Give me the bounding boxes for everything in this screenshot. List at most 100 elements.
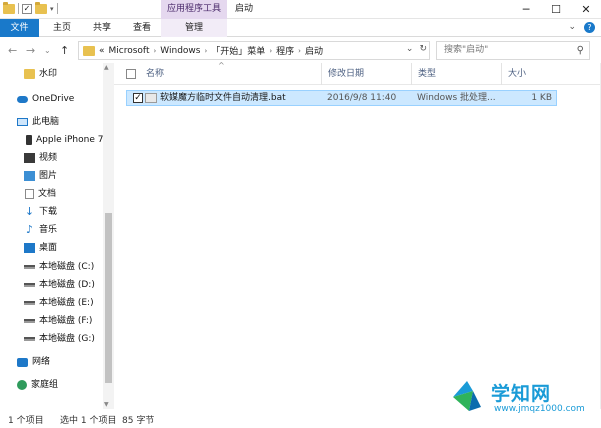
sidebar-item-label: 本地磁盘 (E:) [39, 298, 94, 308]
sidebar-item-label: 音乐 [39, 225, 58, 235]
forward-button[interactable]: → [26, 44, 35, 57]
documents-icon [25, 189, 34, 199]
customize-toolbar-button[interactable]: ▾ [50, 5, 54, 13]
tab-manage[interactable]: 管理 [161, 19, 227, 37]
chevron-right-icon[interactable]: › [298, 47, 301, 55]
column-type[interactable]: 类型 [412, 63, 502, 85]
address-dropdown-button[interactable]: ⌄ [406, 44, 414, 54]
logo-mark-icon [453, 381, 481, 411]
sidebar-item-drive-e[interactable]: 本地磁盘 (E:) [24, 294, 94, 312]
breadcrumb-microsoft[interactable]: Microsoft [109, 46, 150, 56]
sidebar-item-iphone[interactable]: Apple iPhone 7 [26, 131, 103, 149]
status-size: 85 字节 [122, 416, 155, 426]
help-icon[interactable]: ? [584, 22, 595, 33]
sidebar-item-downloads[interactable]: ↓ 下载 [24, 203, 57, 221]
chevron-right-icon[interactable]: › [153, 47, 156, 55]
sidebar-item-watermark[interactable]: 水印 [24, 65, 57, 83]
breadcrumb-startup[interactable]: 启动 [305, 44, 323, 57]
scrollbar-thumb[interactable] [105, 213, 112, 383]
table-row[interactable]: ✓ 软媒魔方临时文件自动清理.bat 2016/9/8 11:40 Window… [126, 90, 557, 106]
column-modified[interactable]: 修改日期 [322, 63, 412, 85]
search-input[interactable]: 搜索"启动" ⚲ [436, 41, 590, 60]
chevron-right-icon[interactable]: › [269, 47, 272, 55]
tab-file[interactable]: 文件 [0, 19, 39, 37]
logo-url: www.jmqz1000.com [494, 404, 585, 414]
chevron-right-icon[interactable]: › [204, 47, 207, 55]
sidebar-item-label: 本地磁盘 (G:) [39, 334, 95, 344]
scroll-up-icon[interactable]: ▲ [104, 64, 109, 71]
sidebar-item-drive-g[interactable]: 本地磁盘 (G:) [24, 330, 95, 348]
sidebar-item-label: 本地磁盘 (D:) [39, 280, 95, 290]
sidebar-item-drive-f[interactable]: 本地磁盘 (F:) [24, 312, 92, 330]
drive-icon [24, 337, 35, 341]
file-size: 1 KB [531, 93, 552, 103]
sidebar-item-label: 网络 [32, 357, 51, 367]
download-icon: ↓ [24, 205, 35, 218]
homegroup-icon [17, 380, 27, 390]
breadcrumb-windows[interactable]: Windows [160, 46, 200, 56]
row-checkbox[interactable]: ✓ [133, 93, 143, 103]
new-folder-button[interactable] [35, 1, 47, 14]
column-header: ^ 名称 修改日期 类型 大小 [114, 61, 601, 85]
folder-icon [24, 69, 35, 79]
address-bar[interactable]: « Microsoft › Windows › 「开始」菜单 › 程序 › 启动… [78, 41, 430, 60]
network-icon [17, 357, 28, 367]
sidebar-item-pictures[interactable]: 图片 [24, 167, 57, 185]
file-list: ^ 名称 修改日期 类型 大小 ✓ 软媒魔方临时文件自动清理.bat 2016/… [114, 61, 601, 409]
sidebar-item-label: 本地磁盘 (C:) [39, 262, 95, 272]
navigation-pane: 水印 OneDrive 此电脑 Apple iPhone 7 视频 图片 文档 … [0, 63, 103, 409]
up-button[interactable]: ↑ [60, 44, 69, 57]
navigation-bar: ← → ⌄ ↑ « Microsoft › Windows › 「开始」菜单 ›… [0, 38, 601, 63]
column-name[interactable]: 名称 [140, 63, 322, 85]
breadcrumb-overflow[interactable]: « [99, 46, 105, 56]
column-size[interactable]: 大小 [502, 63, 554, 85]
sidebar-item-network[interactable]: 网络 [17, 353, 50, 371]
expand-ribbon-button[interactable]: ⌄ [568, 22, 576, 33]
minimize-button[interactable]: ─ [511, 0, 541, 19]
title-bar: ✓ ▾ 应用程序工具 启动 ─ ☐ ✕ [0, 0, 601, 19]
batch-file-icon [145, 93, 157, 103]
context-tab-header: 应用程序工具 [161, 0, 227, 19]
sidebar-item-onedrive[interactable]: OneDrive [17, 90, 74, 108]
pictures-icon [24, 171, 35, 181]
music-icon: ♪ [25, 223, 34, 236]
recent-locations-button[interactable]: ⌄ [44, 46, 51, 55]
drive-icon [24, 319, 35, 323]
scroll-down-icon[interactable]: ▼ [104, 401, 109, 408]
select-all-checkbox[interactable] [126, 69, 136, 79]
sidebar-item-videos[interactable]: 视频 [24, 149, 57, 167]
breadcrumb-programs[interactable]: 程序 [276, 44, 294, 57]
sidebar-item-homegroup[interactable]: 家庭组 [17, 376, 58, 394]
tab-view[interactable]: 查看 [124, 19, 160, 37]
drive-icon [24, 301, 35, 305]
sidebar-item-label: 水印 [39, 69, 58, 79]
divider [56, 3, 58, 14]
search-icon[interactable]: ⚲ [577, 42, 584, 59]
sidebar-item-desktop[interactable]: 桌面 [24, 239, 57, 257]
maximize-button[interactable]: ☐ [541, 0, 571, 19]
sidebar-item-this-pc[interactable]: 此电脑 [17, 113, 59, 131]
sidebar-item-drive-d[interactable]: 本地磁盘 (D:) [24, 276, 95, 294]
tab-share[interactable]: 共享 [84, 19, 120, 37]
site-watermark-logo: 学知网 www.jmqz1000.com [449, 377, 599, 425]
sidebar-item-documents[interactable]: 文档 [25, 185, 56, 203]
breadcrumb-start-menu[interactable]: 「开始」菜单 [211, 44, 265, 57]
sidebar-item-drive-c[interactable]: 本地磁盘 (C:) [24, 258, 94, 276]
divider [18, 3, 19, 14]
refresh-button[interactable]: ↻ [419, 44, 427, 54]
back-button[interactable]: ← [8, 44, 17, 57]
sidebar-item-music[interactable]: ♪ 音乐 [24, 221, 57, 239]
tab-home[interactable]: 主页 [44, 19, 80, 37]
computer-icon [17, 118, 28, 126]
quick-access-toolbar: ✓ ▾ [3, 1, 58, 14]
sidebar-item-label: 桌面 [39, 243, 58, 253]
file-name: 软媒魔方临时文件自动清理.bat [160, 93, 286, 103]
properties-button[interactable]: ✓ [22, 3, 32, 14]
sidebar-item-label: 下载 [39, 207, 58, 217]
onedrive-icon [17, 95, 28, 103]
close-button[interactable]: ✕ [571, 0, 601, 19]
sidebar-scrollbar[interactable]: ▲ ▼ [103, 63, 114, 409]
file-type: Windows 批处理... [417, 93, 496, 103]
drive-icon [24, 265, 35, 269]
sidebar-item-label: Apple iPhone 7 [36, 135, 104, 145]
